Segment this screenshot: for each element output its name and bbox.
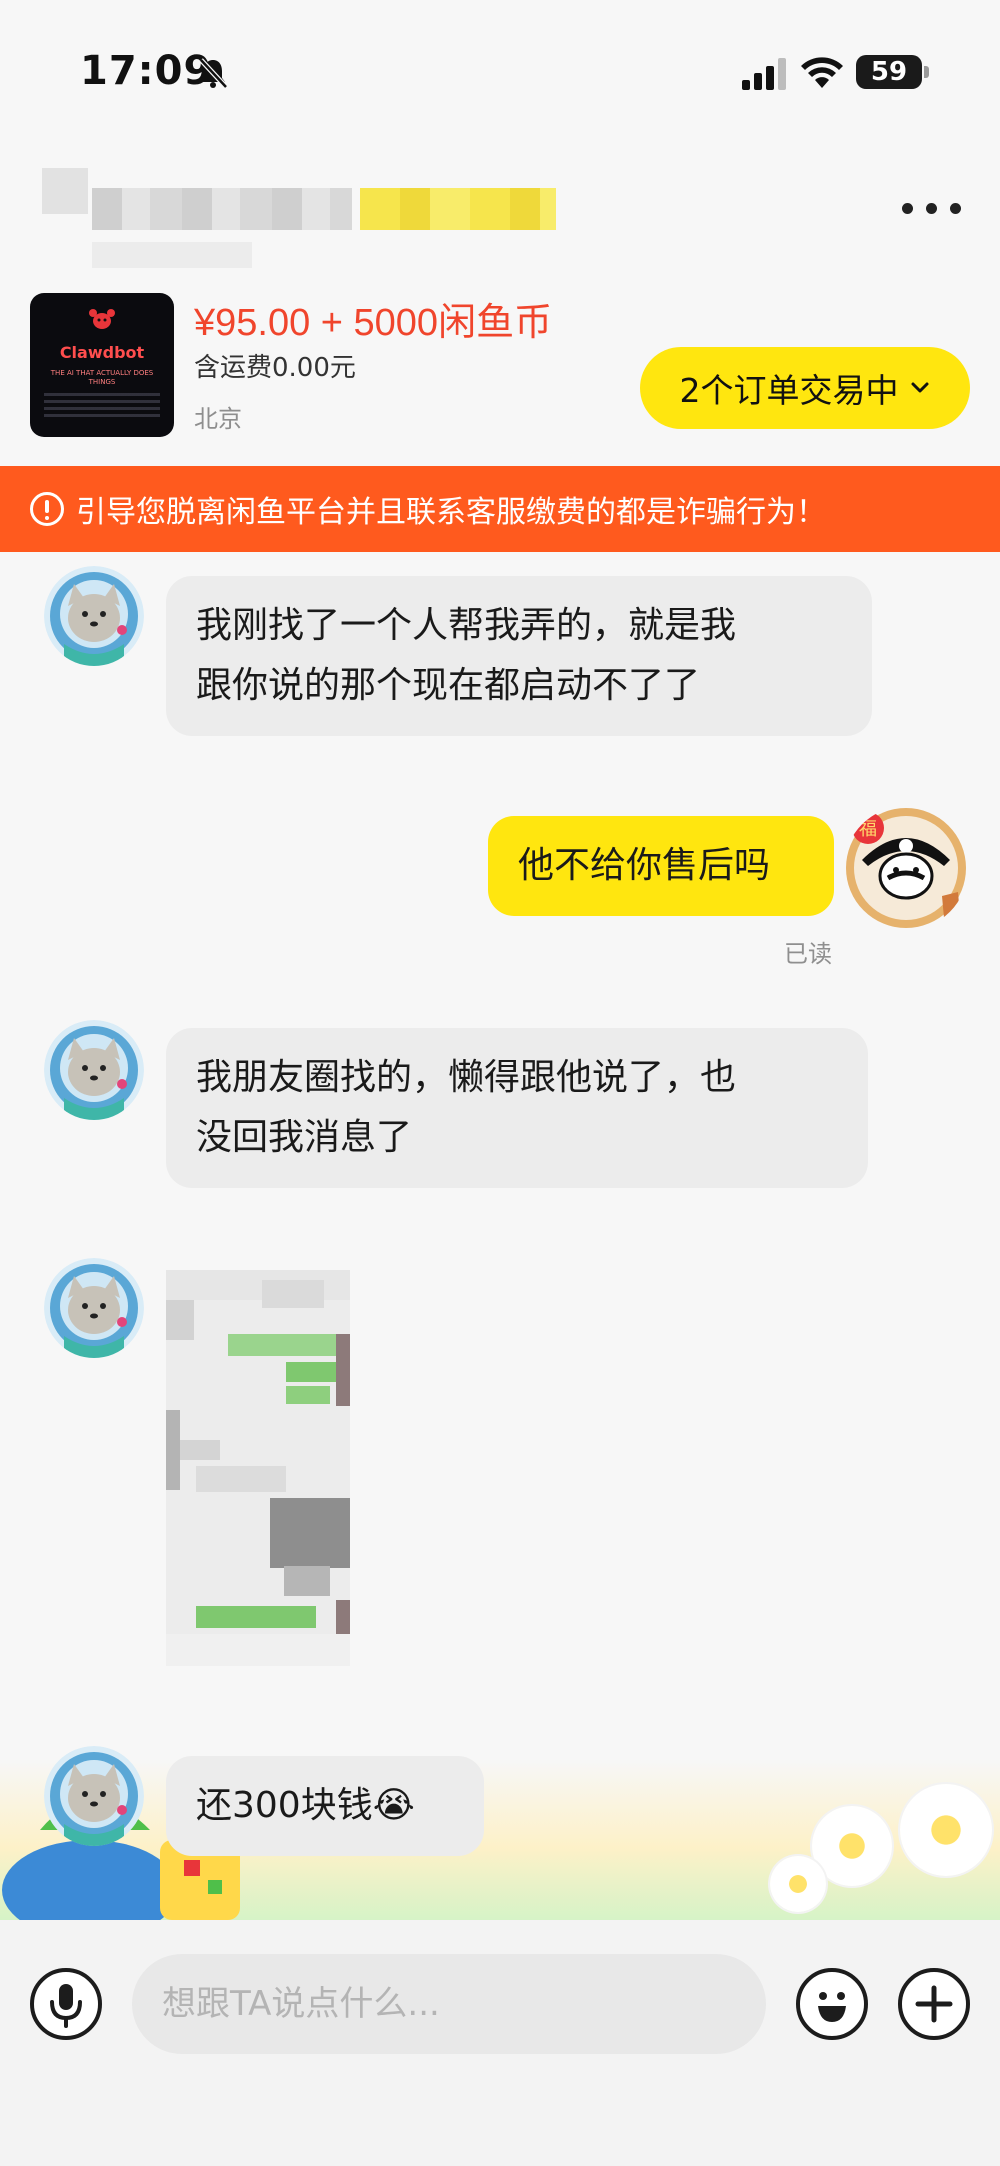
svg-text:福: 福 [859,819,877,840]
message-line: 我朋友圈找的，懒得跟他说了，也 [196,1057,737,1098]
status-bar: 17:09 59 [0,0,1000,120]
message-line: 跟你说的那个现在都启动不了了 [196,665,701,706]
signal-icon [742,58,786,90]
add-attachment-button[interactable] [898,1968,970,2040]
message-line: 还300块钱😭 [196,1785,415,1826]
warning-text: 引导您脱离闲鱼平台并且联系客服缴费的都是诈骗行为！ [76,495,826,530]
message-bubble-incoming[interactable]: 还300块钱😭 [166,1756,484,1856]
chevron-down-icon [911,382,928,393]
flower-decoration [770,1856,826,1912]
message-line: 他不给你售后吗 [518,845,771,886]
thumbnail-tagline: THE AI THAT ACTUALLY DOES THINGS [50,369,154,386]
battery-cap [924,66,929,78]
read-receipt: 已读 [784,940,832,968]
fraud-warning-banner: 引导您脱离闲鱼平台并且联系客服缴费的都是诈骗行为！ [0,466,1000,552]
product-location: 北京 [194,405,242,433]
emoji-icon [818,1992,846,2022]
product-card[interactable]: Clawdbot THE AI THAT ACTUALLY DOES THING… [0,285,1000,445]
warning-icon [30,492,64,526]
voice-input-button[interactable] [30,1968,102,2040]
product-price: ¥95.00 + 5000闲鱼币 [194,302,553,344]
more-icon[interactable] [902,198,962,218]
message-line: 没回我消息了 [196,1117,413,1158]
contact-name-blurred [42,168,556,268]
contact-avatar[interactable] [44,1258,144,1358]
status-time: 17:09 [80,48,213,94]
microphone-icon [50,1984,82,2028]
battery-level: 59 [856,55,922,89]
product-thumbnail[interactable]: Clawdbot THE AI THAT ACTUALLY DOES THING… [30,293,174,437]
wifi-icon [801,57,843,88]
composer-bar [0,1920,1000,2166]
message-bubble-incoming[interactable]: 我刚找了一个人帮我弄的，就是我 跟你说的那个现在都启动不了了 [166,576,872,736]
user-avatar[interactable]: 福 [844,806,968,930]
chat-header [0,150,1000,270]
crab-logo-icon [89,309,115,329]
message-line: 我刚找了一个人帮我弄的，就是我 [196,605,737,646]
emoji-button[interactable] [796,1968,868,2040]
shipping-fee: 含运费0.00元 [194,353,356,383]
message-bubble-outgoing[interactable]: 他不给你售后吗 [488,816,834,916]
message-input[interactable] [132,1954,766,2054]
plus-icon [915,1985,953,2023]
orders-button-label: 2个订单交易中 [679,371,899,410]
orders-in-progress-button[interactable]: 2个订单交易中 [640,347,970,429]
bell-slash-icon [199,58,228,89]
flower-decoration [900,1784,992,1876]
contact-avatar[interactable] [44,1020,144,1120]
contact-avatar[interactable] [44,1746,144,1846]
contact-avatar[interactable] [44,566,144,666]
thumbnail-title: Clawdbot [59,343,145,362]
message-bubble-incoming[interactable]: 我朋友圈找的，懒得跟他说了，也 没回我消息了 [166,1028,868,1188]
thumbnail-fine-print [44,393,160,421]
image-message-blurred[interactable] [166,1270,350,1666]
